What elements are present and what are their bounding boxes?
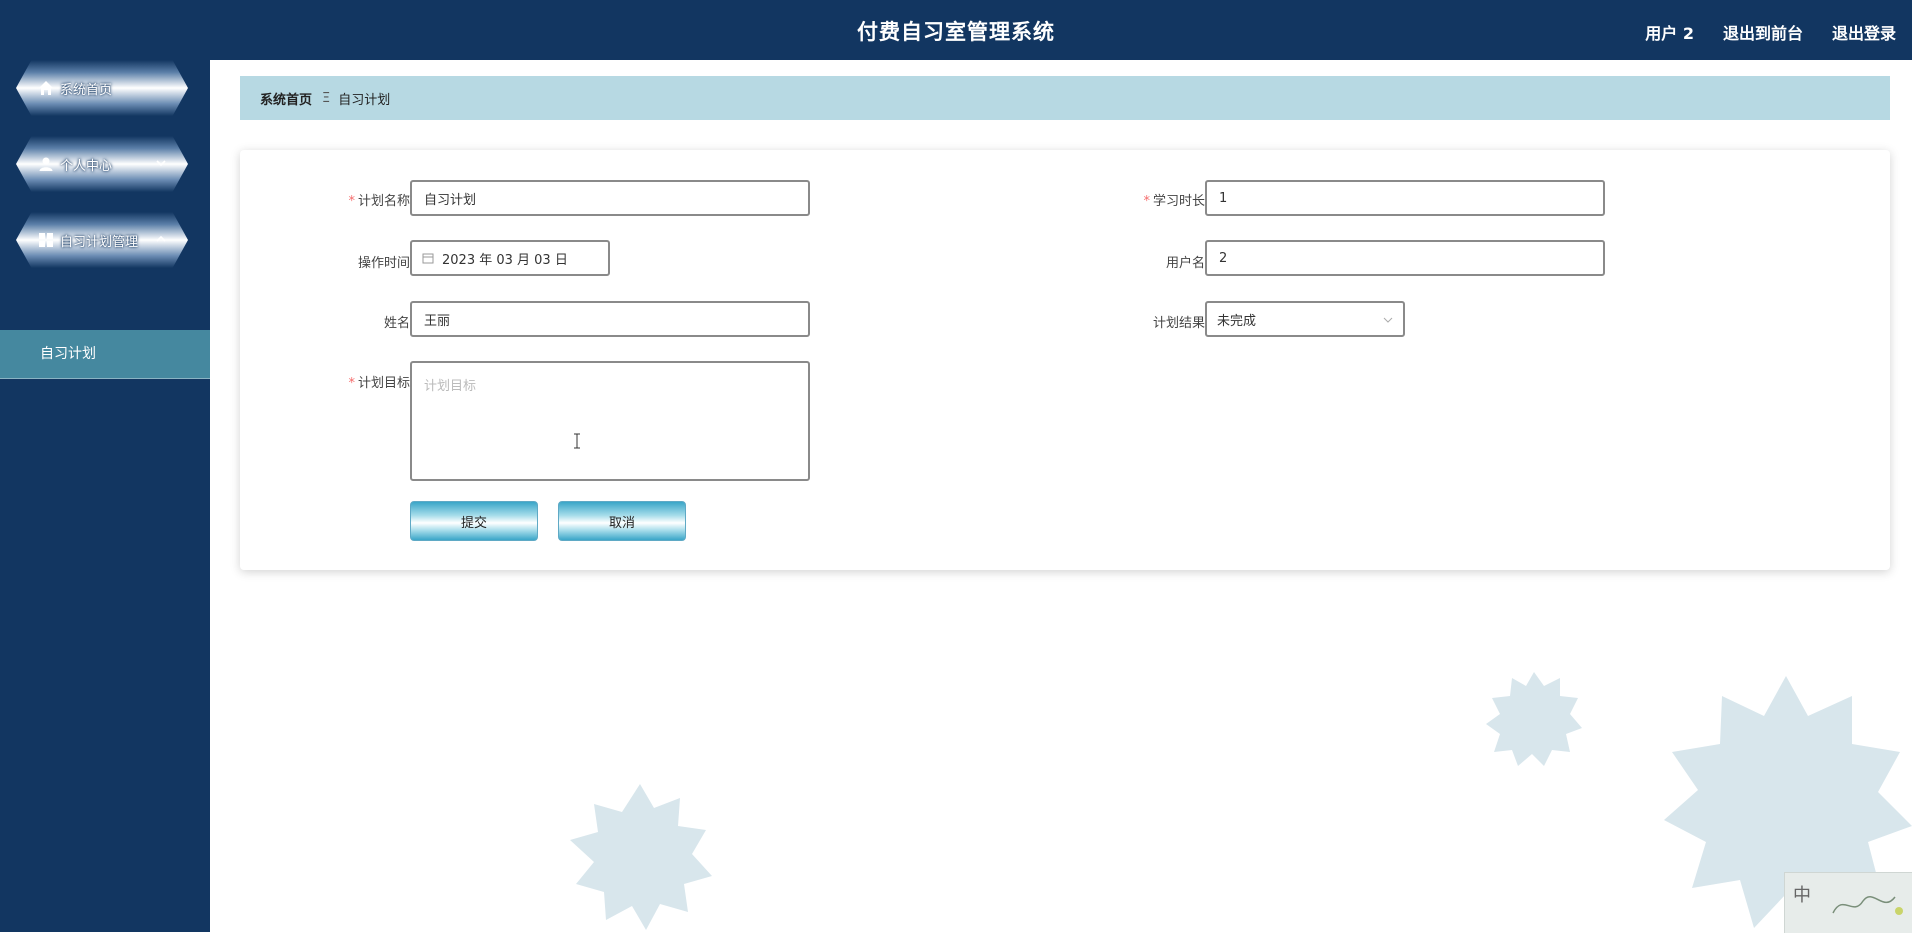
operate-time-value: 2023 年 03 月 03 日 (442, 252, 568, 268)
plan-result-select[interactable]: 未完成 (1205, 301, 1405, 337)
plan-name-label: * 计划名称 (348, 194, 410, 209)
decorative-star-shape (570, 784, 712, 930)
plan-form-card: * 计划名称 自习计划 * 学习时长 1 操作时间 2023 年 03 月 03 日… (240, 150, 1890, 570)
ime-indicator[interactable]: 中 (1784, 872, 1912, 933)
plan-goal-placeholder: 计划目标 (424, 379, 477, 394)
study-duration-input[interactable]: 1 (1205, 180, 1605, 216)
home-icon (39, 81, 53, 95)
cancel-button[interactable]: 取消 (558, 501, 686, 541)
sidebar-item-plan-label-wrap: 自习计划管理 (38, 212, 138, 268)
plan-result-label: 计划结果 (1152, 316, 1205, 331)
grid-icon (39, 233, 53, 247)
sidebar-item-label: 个人中心 (60, 158, 113, 174)
required-asterisk: * (1143, 194, 1150, 209)
username-input[interactable]: 2 (1205, 240, 1605, 276)
sidebar-item-home-label-wrap: 系统首页 (38, 60, 112, 116)
name-label: 姓名 (383, 316, 410, 331)
sidebar-subitem-study-plan[interactable]: 自习计划 (0, 330, 210, 379)
breadcrumb-current: 自习计划 (338, 92, 391, 108)
name-input[interactable]: 王丽 (410, 301, 810, 337)
header-actions: 用户 2 退出到前台 退出登录 (1645, 0, 1896, 62)
chevron-up-icon (156, 235, 166, 242)
sidebar: 系统首页 个人中心 自习计划管理 自习计划 (0, 60, 210, 932)
user-icon (39, 157, 53, 171)
calendar-icon (422, 253, 434, 264)
breadcrumb: 系统首页 Ξ 自习计划 (240, 76, 1890, 120)
sidebar-item-label: 系统首页 (60, 82, 113, 98)
sidebar-item-label: 自习计划管理 (60, 234, 139, 250)
submit-button[interactable]: 提交 (410, 501, 538, 541)
study-duration-label: * 学习时长 (1143, 194, 1205, 209)
required-asterisk: * (348, 376, 355, 391)
decorative-star-shape (1486, 672, 1582, 766)
chevron-down-icon (156, 160, 166, 167)
username-label: 用户名 (1165, 256, 1205, 271)
top-bar: 付费自习室管理系统 用户 2 退出到前台 退出登录 (0, 0, 1912, 60)
required-asterisk: * (348, 194, 355, 209)
plan-goal-label: * 计划目标 (348, 376, 410, 391)
logout-link[interactable]: 退出登录 (1832, 20, 1896, 44)
app-title: 付费自习室管理系统 (857, 20, 1055, 44)
sidebar-item-study-plan-management[interactable]: 自习计划管理 (16, 212, 188, 268)
text-cursor-icon (574, 433, 580, 449)
exit-to-front-link[interactable]: 退出到前台 (1723, 20, 1803, 44)
plan-result-value: 未完成 (1217, 313, 1257, 329)
operate-time-label: 操作时间 (357, 256, 410, 271)
ime-skin-icon (1832, 895, 1903, 915)
plan-name-input[interactable]: 自习计划 (410, 180, 810, 216)
sidebar-item-personal-label-wrap: 个人中心 (38, 136, 112, 192)
ime-mode-label: 中 (1793, 885, 1811, 906)
sidebar-subitem-label: 自习计划 (40, 346, 96, 362)
breadcrumb-home[interactable]: 系统首页 (260, 89, 312, 108)
plan-goal-textarea[interactable]: 计划目标 (410, 361, 810, 481)
user-label: 用户 2 (1645, 24, 1694, 43)
sidebar-item-home[interactable]: 系统首页 (16, 60, 188, 116)
chevron-down-icon (1383, 317, 1393, 323)
sidebar-item-personal-center[interactable]: 个人中心 (16, 136, 188, 192)
breadcrumb-separator: Ξ (322, 90, 331, 106)
operate-time-datepicker[interactable]: 2023 年 03 月 03 日 (410, 240, 610, 276)
